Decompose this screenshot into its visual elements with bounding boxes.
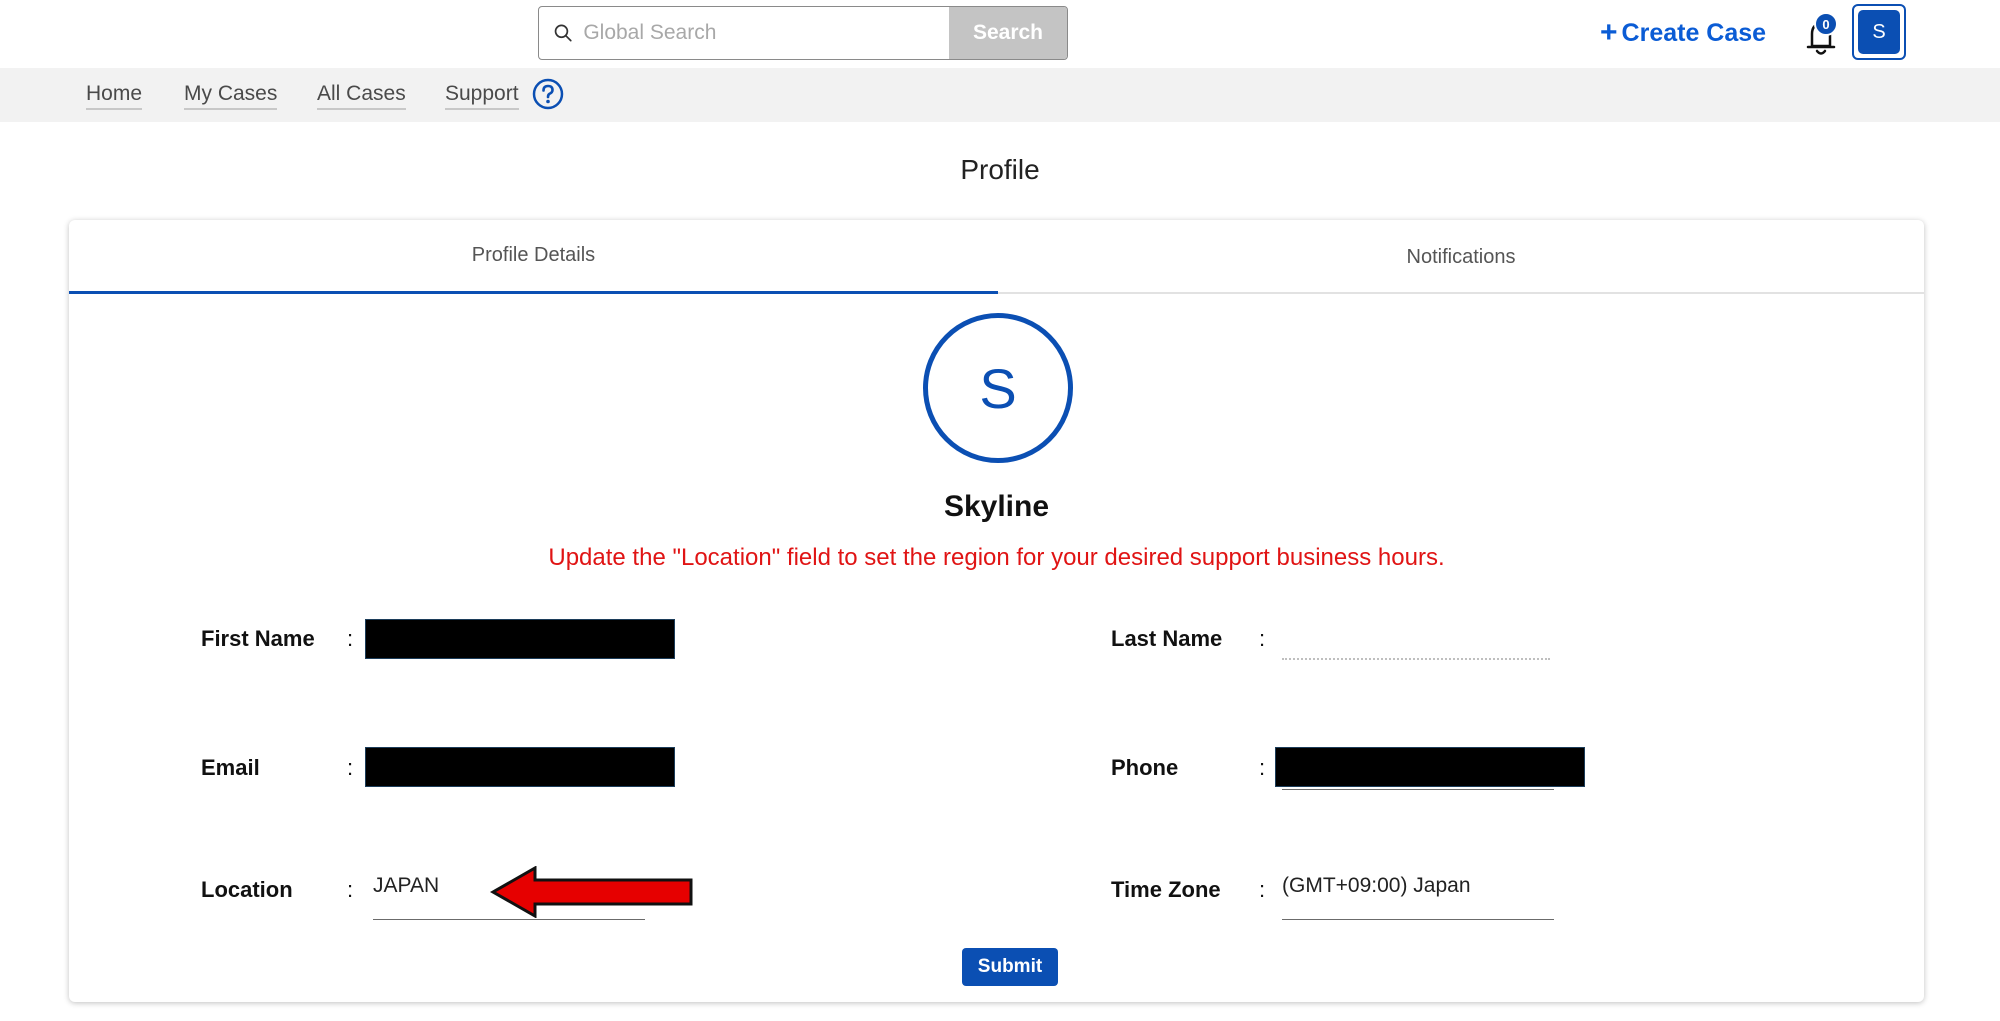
- nav-item-support[interactable]: Support: [445, 82, 519, 110]
- avatar-initial: S: [1858, 10, 1900, 54]
- search-field[interactable]: [539, 7, 949, 59]
- notification-badge: 0: [1814, 12, 1838, 36]
- search-icon: [554, 24, 572, 42]
- nav-item-home[interactable]: Home: [86, 82, 143, 110]
- global-search-bar: Search: [538, 6, 1068, 60]
- user-avatar-button[interactable]: S: [1852, 4, 1906, 60]
- last-name-label: Last Name: [1111, 626, 1223, 651]
- profile-avatar: S: [923, 313, 1073, 463]
- first-name-colon: :: [347, 626, 354, 651]
- email-field-redacted[interactable]: [365, 747, 675, 787]
- tab-profile-details[interactable]: Profile Details: [69, 220, 998, 294]
- search-input[interactable]: [583, 21, 949, 45]
- submit-button[interactable]: Submit: [962, 948, 1058, 986]
- first-name-field-redacted[interactable]: [365, 619, 675, 659]
- location-label: Location: [201, 877, 293, 902]
- profile-tabs: Profile Details Notifications: [69, 220, 1924, 294]
- time-zone-label: Time Zone: [1111, 877, 1221, 902]
- time-zone-field[interactable]: (GMT+09:00) Japan: [1282, 874, 1554, 920]
- location-notice: Update the "Location" field to set the r…: [548, 544, 1445, 571]
- search-button[interactable]: Search: [949, 7, 1067, 59]
- phone-field-redacted[interactable]: [1275, 747, 1585, 787]
- first-name-label: First Name: [201, 626, 315, 651]
- arrow-left-icon: [489, 866, 693, 918]
- phone-colon: :: [1259, 755, 1266, 780]
- create-case-label: Create Case: [1621, 18, 1767, 47]
- create-case-button[interactable]: + Create Case: [1600, 18, 1766, 48]
- email-colon: :: [347, 755, 354, 780]
- location-colon: :: [347, 877, 354, 902]
- profile-name: Skyline: [943, 490, 1050, 523]
- phone-label: Phone: [1111, 755, 1179, 780]
- last-name-field[interactable]: [1282, 626, 1550, 660]
- page-title: Profile: [960, 154, 1040, 185]
- help-icon[interactable]: [532, 78, 564, 110]
- plus-icon: +: [1600, 16, 1618, 49]
- profile-card: Profile Details Notifications S Skyline …: [69, 220, 1924, 1002]
- nav-item-all-cases[interactable]: All Cases: [317, 82, 406, 110]
- nav-item-my-cases[interactable]: My Cases: [184, 82, 278, 110]
- tab-notifications[interactable]: Notifications: [998, 220, 1924, 294]
- time-zone-colon: :: [1259, 877, 1266, 902]
- last-name-colon: :: [1259, 626, 1266, 651]
- email-label: Email: [201, 755, 260, 780]
- main-nav: Home My Cases All Cases Support: [0, 68, 2000, 122]
